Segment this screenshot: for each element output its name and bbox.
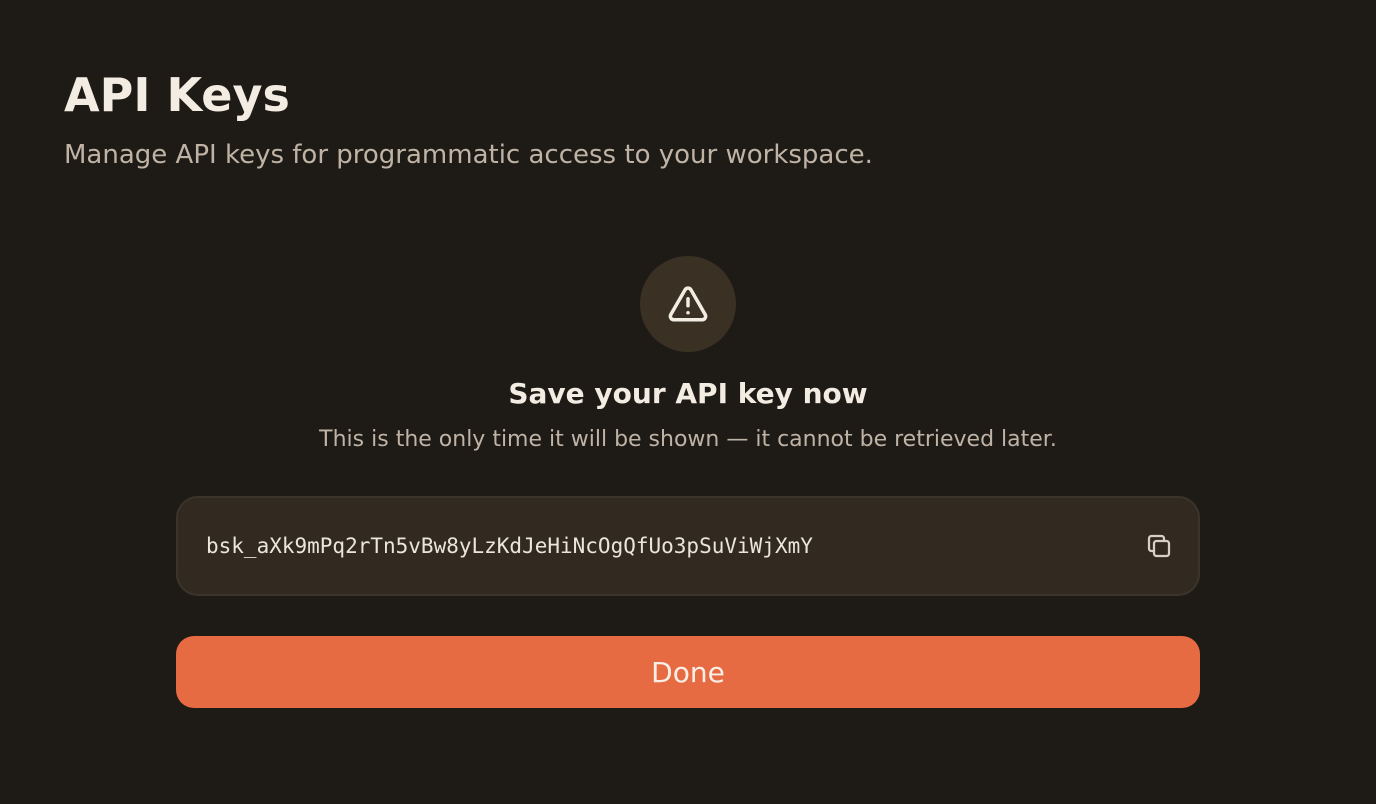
notice-message: This is the only time it will be shown —…	[319, 427, 1057, 452]
warning-icon-badge	[640, 256, 736, 352]
page-title: API Keys	[64, 68, 290, 122]
done-button[interactable]: Done	[176, 636, 1200, 708]
api-key-value[interactable]: bsk_aXk9mPq2rTn5vBw8yLzKdJeHiNcOgQfUo3pS…	[206, 534, 1142, 558]
copy-button[interactable]	[1142, 529, 1176, 563]
page-subtitle: Manage API keys for programmatic access …	[64, 140, 873, 170]
warning-triangle-icon	[668, 286, 708, 322]
api-key-field: bsk_aXk9mPq2rTn5vBw8yLzKdJeHiNcOgQfUo3pS…	[176, 496, 1200, 596]
copy-icon[interactable]	[1144, 531, 1174, 561]
notice-title: Save your API key now	[508, 377, 868, 410]
